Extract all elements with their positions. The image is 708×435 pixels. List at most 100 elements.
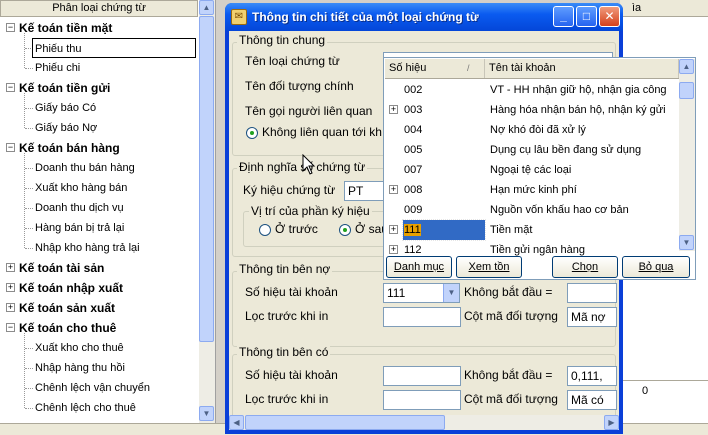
tree-group[interactable]: Kế toán tiền mặt: [19, 18, 112, 38]
scroll-up-arrow-icon[interactable]: ▲: [679, 59, 694, 74]
skip-button[interactable]: Bỏ qua: [622, 256, 690, 278]
account-code: 009: [403, 200, 485, 220]
tree-connector: [24, 93, 25, 128]
account-code: 003: [403, 100, 485, 120]
collapse-icon[interactable]: −: [6, 323, 15, 332]
scroll-up-arrow-icon[interactable]: ▲: [199, 0, 214, 15]
account-row[interactable]: 005 Dụng cụ lâu bền đang sử dụng: [385, 140, 679, 160]
collapse-icon[interactable]: −: [6, 23, 15, 32]
scroll-thumb[interactable]: [199, 16, 214, 342]
expand-icon[interactable]: +: [6, 263, 15, 272]
minimize-button[interactable]: _: [553, 6, 574, 27]
scroll-right-arrow-icon[interactable]: ▶: [604, 415, 619, 430]
scroll-left-arrow-icon[interactable]: ◀: [229, 415, 244, 430]
dialog-titlebar[interactable]: ✉ Thông tin chi tiết của một loại chứng …: [225, 3, 623, 31]
expand-icon[interactable]: +: [389, 225, 398, 234]
account-row[interactable]: 007 Ngoại tệ các loại: [385, 160, 679, 180]
account-lookup-dropdown: Số hiệu / Tên tài khoản 002 VT - HH nhận …: [383, 57, 696, 280]
credit-info-title: Thông tin bên có: [237, 345, 331, 359]
close-button[interactable]: ✕: [599, 6, 620, 27]
tree-group[interactable]: Kế toán nhập xuất: [19, 278, 123, 298]
collapse-icon[interactable]: −: [6, 143, 15, 152]
tree-item[interactable]: Phiếu chi: [35, 58, 80, 78]
scroll-down-arrow-icon[interactable]: ▼: [199, 406, 214, 421]
account-code: 005: [403, 140, 485, 160]
debit-object-col-input[interactable]: Mã nợ: [567, 307, 617, 327]
debit-filter-label: Lọc trước khi in: [245, 309, 329, 323]
debit-account-select[interactable]: 111 ▼: [383, 283, 460, 303]
dropdown-arrow-icon[interactable]: ▼: [443, 284, 459, 302]
tree-item[interactable]: Hàng bán bị trả lại: [35, 218, 124, 238]
tree-group[interactable]: Kế toán sản xuất: [19, 298, 115, 318]
account-row[interactable]: +008 Hạn mức kinh phí: [385, 180, 679, 200]
tree-item[interactable]: Phiếu thu: [32, 38, 196, 58]
tree-item[interactable]: Nhập kho hàng trả lại: [35, 238, 140, 258]
choose-button[interactable]: Chọn: [552, 256, 618, 278]
position-before-label: Ở trước: [275, 222, 318, 236]
column-header-name[interactable]: Tên tài khoản: [485, 59, 679, 78]
tree-item[interactable]: Nhập hàng thu hồi: [35, 358, 125, 378]
account-row[interactable]: 002 VT - HH nhận giữ hộ, nhận gia công: [385, 80, 679, 100]
debit-filter-input[interactable]: [383, 307, 461, 327]
tree-item[interactable]: Giấy báo Nợ: [35, 118, 97, 138]
account-code-text: 008: [404, 184, 423, 196]
position-before-radio[interactable]: [259, 224, 271, 236]
catalog-button[interactable]: Danh mục: [386, 256, 452, 278]
expand-icon[interactable]: +: [389, 245, 398, 254]
tree-group[interactable]: Kế toán tiền gửi: [19, 78, 110, 98]
account-code: 007: [403, 160, 485, 180]
tree-connector: [25, 248, 33, 249]
tree-item[interactable]: Doanh thu bán hàng: [35, 158, 135, 178]
credit-account-input[interactable]: [383, 366, 461, 386]
column-code-label: Số hiệu: [389, 62, 427, 74]
account-name: VT - HH nhận giữ hộ, nhận gia công: [490, 84, 667, 96]
account-code-text: 005: [404, 144, 423, 156]
app-icon: ✉: [231, 9, 247, 25]
credit-object-col-input[interactable]: Mã có: [567, 390, 617, 410]
column-header-code[interactable]: Số hiệu /: [385, 59, 485, 78]
expand-icon[interactable]: +: [389, 105, 398, 114]
account-row[interactable]: +111 Tiền mặt: [385, 219, 679, 241]
tree-connector: [25, 348, 33, 349]
tree-connector: [25, 188, 33, 189]
tree-item[interactable]: Giấy báo Có: [35, 98, 96, 118]
position-after-radio[interactable]: [339, 224, 351, 236]
tree-connector: [25, 128, 33, 129]
voucher-symbol-input[interactable]: PT: [344, 181, 384, 201]
expand-icon[interactable]: +: [6, 283, 15, 292]
tree-item[interactable]: Xuất kho cho thuê: [35, 338, 124, 358]
account-name: Nợ khó đòi đã xử lý: [490, 124, 586, 136]
expand-icon[interactable]: +: [6, 303, 15, 312]
account-code: 002: [403, 80, 485, 100]
dialog-horizontal-scrollbar[interactable]: ◀ ▶: [229, 415, 619, 430]
collapse-icon[interactable]: −: [6, 83, 15, 92]
account-code-text: 003: [404, 104, 423, 116]
account-row[interactable]: 009 Nguồn vốn khấu hao cơ bản: [385, 200, 679, 220]
tree-scrollbar[interactable]: ▲ ▼: [199, 0, 215, 423]
account-row[interactable]: 004 Nợ khó đòi đã xử lý: [385, 120, 679, 140]
credit-not-start-input[interactable]: 0,111,: [567, 366, 617, 386]
view-balance-button[interactable]: Xem tồn: [456, 256, 522, 278]
tree-connector: [25, 408, 33, 409]
tree-item[interactable]: Xuất kho hàng bán: [35, 178, 127, 198]
tree-item[interactable]: Doanh thu dịch vụ: [35, 198, 124, 218]
debit-not-start-input[interactable]: [567, 283, 617, 303]
account-name: Dụng cụ lâu bền đang sử dụng: [490, 144, 642, 156]
account-row[interactable]: +003 Hàng hóa nhận bán hộ, nhận ký gửi: [385, 100, 679, 120]
symbol-position-title: Vị trí của phần ký hiệu: [249, 204, 372, 218]
tree-connector: [24, 33, 25, 68]
tree-group[interactable]: Kế toán tài sản: [19, 258, 104, 278]
no-relation-radio[interactable]: [246, 127, 258, 139]
credit-filter-input[interactable]: [383, 390, 461, 410]
maximize-button[interactable]: □: [576, 6, 597, 27]
scroll-down-arrow-icon[interactable]: ▼: [679, 235, 694, 250]
account-code: 004: [403, 120, 485, 140]
tree-item[interactable]: Chênh lệch cho thuê: [35, 398, 136, 418]
expand-icon[interactable]: +: [389, 185, 398, 194]
tree-item[interactable]: Chênh lệch vận chuyển: [35, 378, 150, 398]
scroll-thumb[interactable]: [679, 82, 694, 99]
account-list-scrollbar[interactable]: ▲ ▼: [679, 59, 695, 251]
horizontal-scroll-thumb[interactable]: [245, 415, 445, 430]
tree-group[interactable]: Kế toán bán hàng: [19, 138, 120, 158]
tree-group[interactable]: Kế toán cho thuê: [19, 318, 116, 338]
